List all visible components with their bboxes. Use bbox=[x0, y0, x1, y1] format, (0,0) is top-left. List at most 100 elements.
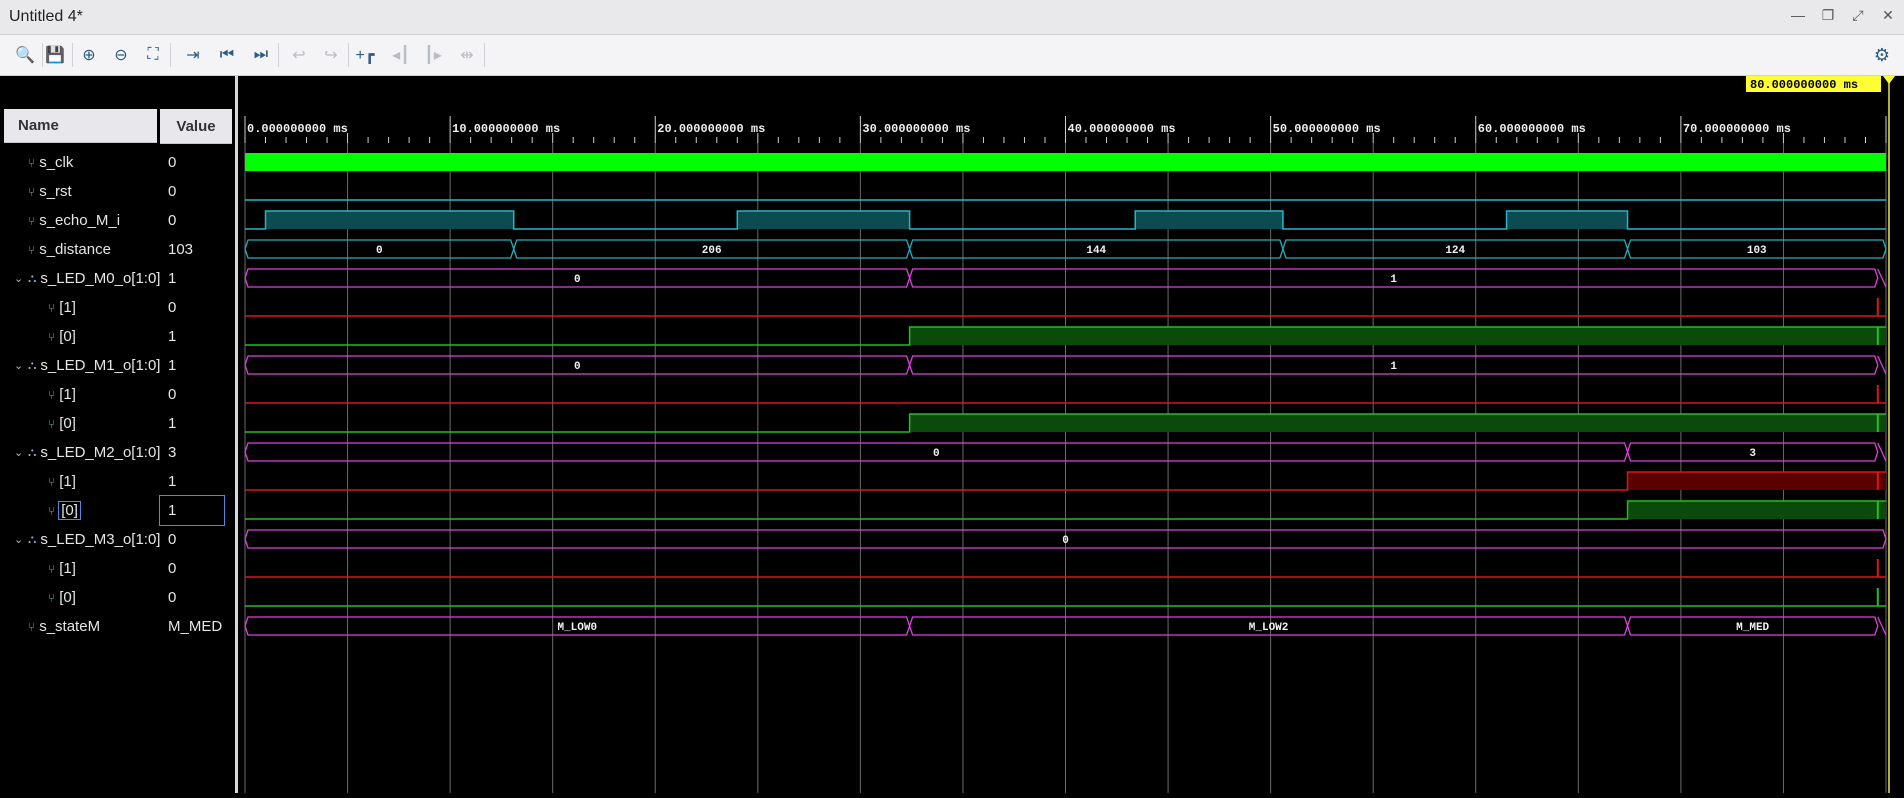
bus-segment-label: 0 bbox=[376, 245, 383, 257]
go-to-time-zero-icon[interactable]: ⏮ bbox=[214, 43, 240, 67]
bus-segment-label: 124 bbox=[1445, 245, 1465, 257]
bus-segment-label: M_LOW2 bbox=[1249, 622, 1289, 634]
signal-row[interactable]: ⌄ ⛬ s_LED_M3_o[1:0] bbox=[4, 525, 167, 554]
expand-chevron-icon[interactable]: ⌄ bbox=[14, 533, 28, 546]
bit-high-fill bbox=[737, 211, 910, 229]
save-icon[interactable]: 💾 bbox=[42, 43, 68, 67]
signal-name: [0] bbox=[59, 328, 76, 345]
search-icon[interactable]: 🔍 bbox=[12, 43, 38, 67]
zoom-in-icon[interactable]: ⊕ bbox=[76, 43, 102, 67]
bus-signal-icon: ⛬ bbox=[28, 358, 37, 372]
signal-value[interactable]: 1 bbox=[160, 409, 232, 438]
signal-row[interactable]: ⑂ s_distance bbox=[4, 235, 167, 264]
signal-icon: ⑂ bbox=[28, 213, 36, 228]
window-controls: — ❐ ⤢ ✕ bbox=[1790, 7, 1896, 24]
value-header-label: Value bbox=[176, 117, 216, 135]
close-icon[interactable]: ✕ bbox=[1880, 7, 1896, 24]
bus-segment-label: 144 bbox=[1086, 245, 1106, 257]
zoom-out-icon[interactable]: ⊖ bbox=[108, 43, 134, 67]
signal-value[interactable]: 3 bbox=[160, 438, 232, 467]
maximize-icon[interactable]: ⤢ bbox=[1850, 7, 1866, 24]
signal-value[interactable]: 1 bbox=[160, 351, 232, 380]
signal-row[interactable]: ⑂ s_stateM bbox=[4, 612, 167, 641]
signal-value[interactable]: M_MED bbox=[160, 612, 232, 641]
bit-high-fill bbox=[1627, 472, 1886, 490]
signal-value[interactable]: 1 bbox=[159, 495, 225, 526]
waveform-viewer[interactable]: 0.000000000 ms 10.000000000 ms 20.00000000… bbox=[235, 76, 1904, 793]
signal-value-text: 0 bbox=[168, 183, 177, 200]
signal-value[interactable]: 0 bbox=[160, 583, 232, 612]
signal-row[interactable]: ⑂ s_echo_M_i bbox=[4, 206, 167, 235]
swap-cursors-icon[interactable]: ⇹ bbox=[454, 43, 480, 67]
signal-name: [0] bbox=[58, 501, 81, 520]
bus-segment-label: M_LOW0 bbox=[557, 622, 597, 634]
signal-icon: ⑂ bbox=[48, 329, 56, 344]
signal-value[interactable]: 0 bbox=[160, 525, 232, 554]
signal-name: s_LED_M1_o[1:0] bbox=[40, 357, 161, 374]
signal-value[interactable]: 0 bbox=[160, 380, 232, 409]
bus-segment-label: 103 bbox=[1747, 245, 1767, 257]
signal-value[interactable]: 0 bbox=[160, 177, 232, 206]
go-to-last-time-icon[interactable]: ⏭ bbox=[248, 43, 274, 67]
signal-name: s_LED_M2_o[1:0] bbox=[40, 444, 161, 461]
minimize-icon[interactable]: — bbox=[1790, 7, 1806, 24]
signal-value[interactable]: 103 bbox=[160, 235, 232, 264]
signal-value[interactable]: 0 bbox=[160, 293, 232, 322]
bus-signal-icon: ⛬ bbox=[28, 271, 37, 285]
signal-value-column: Value 0 0 0 103 1 0 1 1 0 1 3 1 1 0 0 0 M_MED bbox=[159, 76, 232, 793]
title-bar: Untitled 4* — ❐ ⤢ ✕ bbox=[0, 0, 1904, 35]
next-marker-icon[interactable]: ┃▸ bbox=[420, 43, 446, 67]
bus-segment-label: 0 bbox=[1062, 535, 1069, 547]
signal-row[interactable]: ⌄ ⛬ s_LED_M2_o[1:0] bbox=[4, 438, 167, 467]
restore-icon[interactable]: ❐ bbox=[1820, 7, 1836, 24]
bus-segment-label: 0 bbox=[574, 274, 581, 286]
clock-wave bbox=[245, 153, 1886, 171]
signal-value[interactable]: 1 bbox=[160, 322, 232, 351]
expand-chevron-icon[interactable]: ⌄ bbox=[14, 446, 28, 459]
signal-row[interactable]: ⑂ s_clk bbox=[4, 148, 167, 177]
add-marker-icon[interactable]: +┏ bbox=[352, 43, 378, 67]
previous-transition-icon[interactable]: ↩ bbox=[286, 43, 312, 67]
next-transition-icon[interactable]: ↪ bbox=[318, 43, 344, 67]
signal-value-text: 1 bbox=[168, 357, 177, 374]
expand-chevron-icon[interactable]: ⌄ bbox=[14, 272, 28, 285]
signal-value-text: 0 bbox=[168, 212, 177, 229]
signal-value-text: 1 bbox=[168, 328, 177, 345]
signal-value[interactable]: 1 bbox=[160, 264, 232, 293]
settings-gear-icon[interactable]: ⚙ bbox=[1870, 43, 1894, 67]
signal-name: [1] bbox=[59, 473, 76, 490]
bus-segment-label: M_MED bbox=[1736, 622, 1769, 634]
signal-row[interactable]: ⑂ s_rst bbox=[4, 177, 167, 206]
time-label: 50.000000000 ms bbox=[1273, 122, 1381, 136]
signal-value-text: 1 bbox=[168, 502, 177, 519]
window-title: Untitled 4* bbox=[9, 8, 83, 25]
name-column-header[interactable]: Name bbox=[4, 109, 157, 143]
signal-row[interactable]: ⌄ ⛬ s_LED_M1_o[1:0] bbox=[4, 351, 167, 380]
waveform-toolbar: ⚙ 🔍 💾 ⊕ ⊖ ⛶ ⇥ ⏮ ⏭ ↩ ↪ +┏ ◂┃ ┃▸ ⇹ bbox=[0, 35, 1904, 76]
time-label: 10.000000000 ms bbox=[452, 122, 560, 136]
value-column-header[interactable]: Value bbox=[160, 109, 232, 144]
bus-segment-label: 0 bbox=[933, 448, 940, 460]
waveform-canvas[interactable]: 0.000000000 ms 10.000000000 ms 20.00000000… bbox=[238, 76, 1904, 793]
bus-segment-label: 0 bbox=[574, 361, 581, 373]
signal-icon: ⑂ bbox=[28, 184, 36, 199]
signal-value[interactable]: 0 bbox=[160, 148, 232, 177]
signal-value[interactable]: 0 bbox=[160, 206, 232, 235]
zoom-fit-icon[interactable]: ⛶ bbox=[140, 43, 166, 67]
signal-value[interactable]: 0 bbox=[160, 554, 232, 583]
time-label: 0.000000000 ms bbox=[247, 122, 348, 136]
bus-segment-label: 1 bbox=[1390, 274, 1397, 286]
signal-value[interactable]: 1 bbox=[160, 467, 232, 496]
previous-marker-icon[interactable]: ◂┃ bbox=[388, 43, 414, 67]
signal-icon: ⑂ bbox=[48, 416, 56, 431]
bus-signal-icon: ⛬ bbox=[28, 532, 37, 546]
signal-icon: ⑂ bbox=[48, 387, 56, 402]
expand-chevron-icon[interactable]: ⌄ bbox=[14, 359, 28, 372]
signal-name: s_rst bbox=[39, 183, 72, 200]
signal-name: [0] bbox=[59, 589, 76, 606]
go-to-cursor-icon[interactable]: ⇥ bbox=[180, 43, 206, 67]
signal-icon: ⑂ bbox=[28, 155, 36, 170]
signal-value-text: 0 bbox=[168, 154, 177, 171]
signal-row[interactable]: ⌄ ⛬ s_LED_M0_o[1:0] bbox=[4, 264, 167, 293]
signal-value-text: 0 bbox=[168, 589, 177, 606]
